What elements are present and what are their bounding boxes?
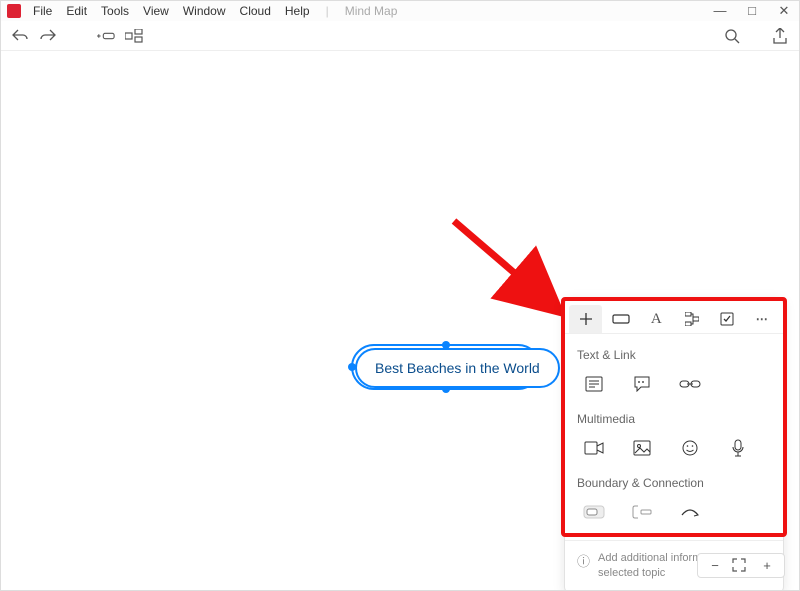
layout-icon — [125, 29, 143, 43]
add-audio-button[interactable] — [725, 436, 751, 460]
section-multimedia-title: Multimedia — [577, 412, 771, 426]
summary-icon — [632, 505, 652, 519]
undo-button[interactable] — [11, 27, 29, 45]
menu-file[interactable]: File — [27, 2, 58, 20]
titlebar: File Edit Tools View Window Cloud Help |… — [1, 1, 799, 21]
app-window: File Edit Tools View Window Cloud Help |… — [0, 0, 800, 591]
add-topic-button[interactable] — [97, 27, 115, 45]
node-text: Best Beaches in the World — [375, 360, 540, 376]
search-icon — [724, 28, 740, 44]
more-icon: ⋯ — [756, 312, 769, 326]
minimize-button[interactable]: — — [711, 3, 729, 19]
tab-shape[interactable] — [604, 305, 637, 333]
add-comment-button[interactable] — [629, 372, 655, 396]
menu-tools[interactable]: Tools — [95, 2, 135, 20]
search-button[interactable] — [723, 27, 741, 45]
info-icon: ⓘ — [577, 551, 590, 570]
zoom-controls: − + — [697, 553, 785, 578]
app-logo-icon — [7, 4, 21, 18]
zoom-in-button[interactable]: + — [758, 558, 776, 573]
comment-icon — [633, 376, 651, 392]
shape-icon — [612, 314, 630, 324]
image-icon — [633, 440, 651, 456]
checkbox-icon — [720, 312, 734, 326]
section-text-link-title: Text & Link — [577, 348, 771, 362]
note-icon — [585, 376, 603, 392]
add-note-button[interactable] — [581, 372, 607, 396]
zoom-out-button[interactable]: − — [706, 558, 724, 573]
video-icon — [584, 441, 604, 455]
share-button[interactable] — [771, 27, 789, 45]
tab-text[interactable]: A — [640, 305, 673, 333]
layout-button[interactable] — [125, 27, 143, 45]
properties-panel: A ⋯ Text & Link — [564, 298, 784, 591]
boundary-icon — [583, 505, 605, 519]
zoom-fit-button[interactable] — [732, 558, 750, 573]
tab-structure[interactable] — [675, 305, 708, 333]
add-image-button[interactable] — [629, 436, 655, 460]
document-title: Mind Map — [339, 2, 404, 20]
add-boundary-button[interactable] — [581, 500, 607, 524]
add-relationship-button[interactable] — [677, 500, 703, 524]
text-style-icon: A — [651, 311, 662, 328]
menu-view[interactable]: View — [137, 2, 175, 20]
fit-icon — [732, 558, 746, 572]
add-summary-button[interactable] — [629, 500, 655, 524]
structure-icon — [685, 312, 699, 326]
menu-window[interactable]: Window — [177, 2, 232, 20]
tab-task[interactable] — [710, 305, 743, 333]
central-topic-node[interactable]: Best Beaches in the World — [355, 348, 560, 388]
add-link-button[interactable] — [677, 372, 703, 396]
section-boundary-title: Boundary & Connection — [577, 476, 771, 490]
menu-divider: | — [320, 2, 335, 20]
panel-tabs: A ⋯ — [565, 299, 783, 334]
microphone-icon — [732, 439, 744, 457]
panel-body: Text & Link Multimedia — [565, 334, 783, 540]
emoji-icon — [682, 440, 698, 456]
menu-cloud[interactable]: Cloud — [234, 2, 277, 20]
redo-button[interactable] — [39, 27, 57, 45]
menubar: File Edit Tools View Window Cloud Help |… — [27, 2, 403, 20]
plus-icon — [579, 312, 593, 326]
tab-add[interactable] — [569, 305, 602, 333]
close-button[interactable]: ✕ — [775, 3, 793, 19]
relationship-icon — [680, 507, 700, 517]
redo-icon — [40, 29, 56, 43]
link-icon — [679, 379, 701, 389]
add-emoji-button[interactable] — [677, 436, 703, 460]
window-controls: — □ ✕ — [711, 3, 793, 19]
add-topic-icon — [97, 30, 115, 42]
mindmap-canvas[interactable]: Best Beaches in the World A — [1, 51, 799, 590]
add-video-button[interactable] — [581, 436, 607, 460]
undo-icon — [12, 29, 28, 43]
tab-more[interactable]: ⋯ — [746, 305, 779, 333]
maximize-button[interactable]: □ — [743, 3, 761, 19]
share-icon — [773, 28, 787, 44]
menu-help[interactable]: Help — [279, 2, 316, 20]
toolbar — [1, 21, 799, 51]
menu-edit[interactable]: Edit — [60, 2, 93, 20]
